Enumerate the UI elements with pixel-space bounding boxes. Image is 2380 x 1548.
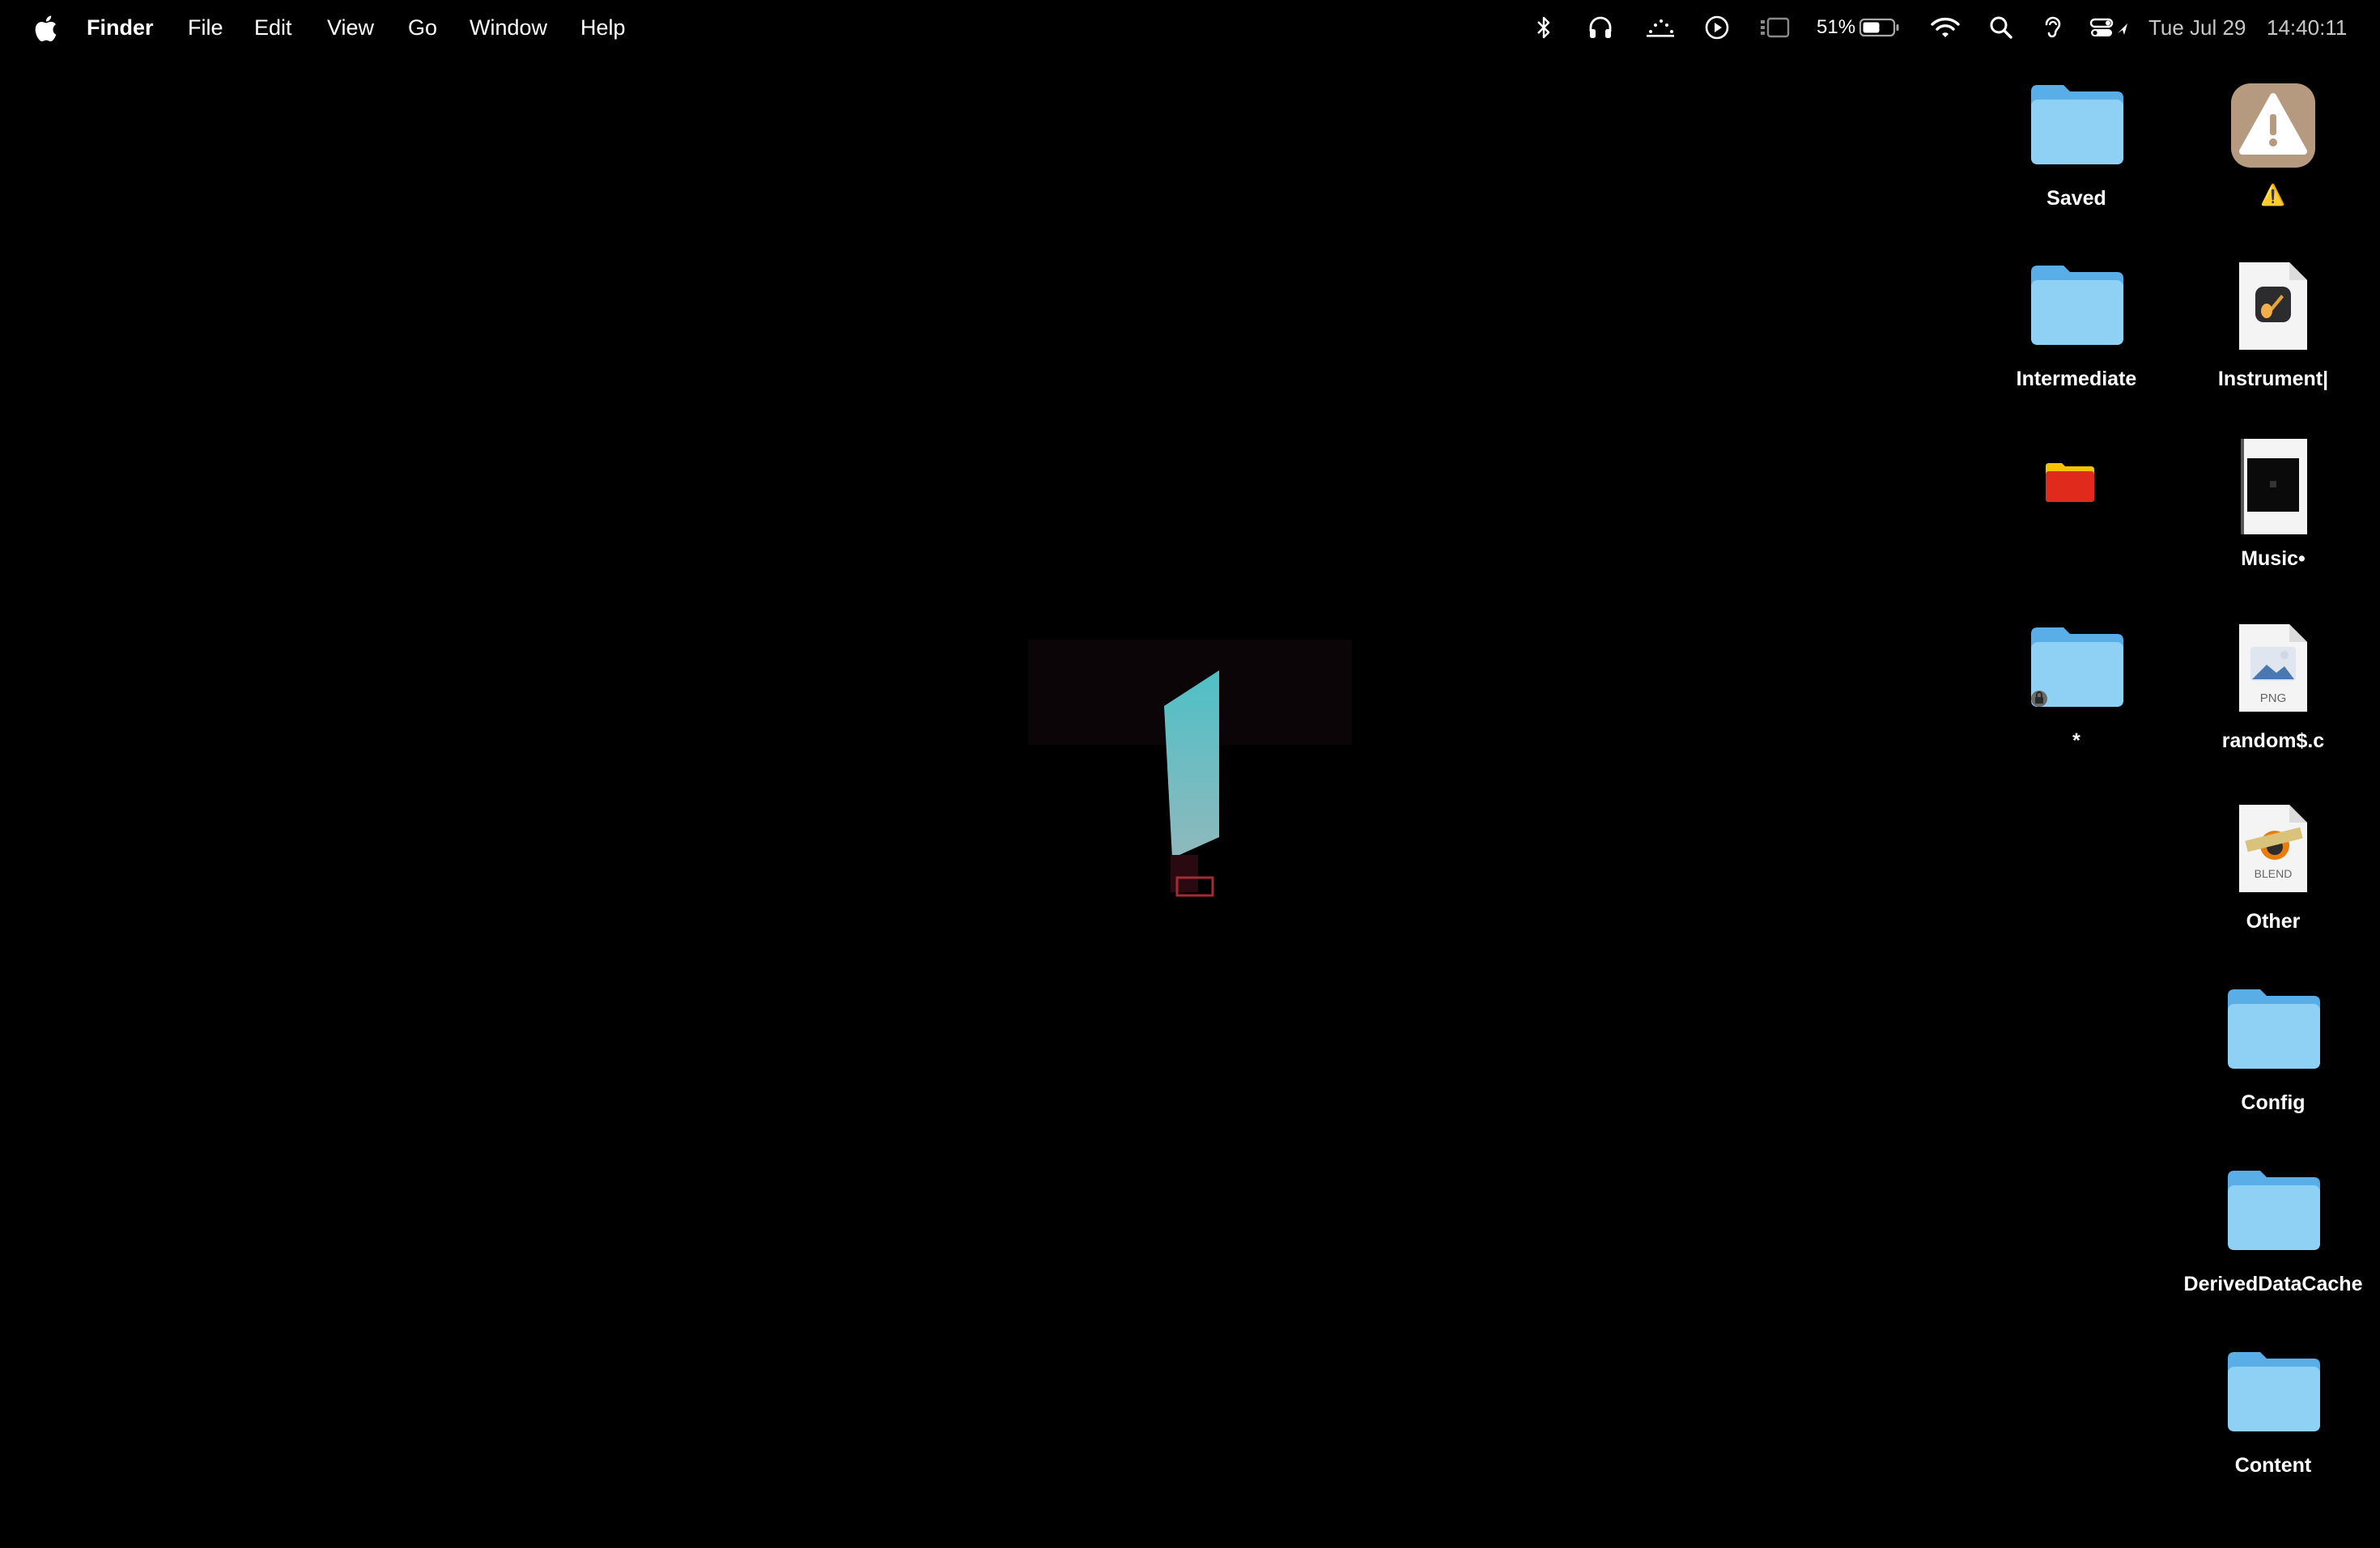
- menu-view[interactable]: View: [327, 0, 374, 55]
- red-folder-icon: [2046, 463, 2094, 502]
- wifi-icon[interactable]: [1930, 14, 1961, 41]
- screen-mirror-icon[interactable]: [1645, 14, 1676, 41]
- folder-icon: [2031, 266, 2123, 345]
- apple-logo-icon[interactable]: [31, 14, 58, 43]
- desktop-file-music[interactable]: Music•: [2176, 437, 2370, 575]
- desktop-folder-star[interactable]: *: [1979, 619, 2174, 757]
- garageband-document-icon: [2239, 262, 2307, 350]
- folder-icon: [2228, 1171, 2320, 1250]
- hearing-icon[interactable]: [2040, 14, 2064, 41]
- menubar-date[interactable]: Tue Jul 29: [2148, 0, 2246, 55]
- bluetooth-icon[interactable]: [1533, 14, 1554, 41]
- dark-document-icon: [2241, 439, 2307, 534]
- desktop-icon-label: Music•: [2241, 547, 2306, 570]
- locked-folder-icon: [2031, 627, 2123, 707]
- play-icon[interactable]: [1703, 14, 1731, 41]
- warning-icon: [2231, 83, 2315, 168]
- folder-icon: [2228, 1352, 2320, 1431]
- menubar-time[interactable]: 14:40:11: [2267, 0, 2347, 55]
- desktop-icon-label: Instrument|: [2217, 368, 2329, 390]
- desktop-icon-label: *: [2072, 729, 2080, 752]
- desktop-file-instrument[interactable]: Instrument|: [2176, 257, 2370, 395]
- png-badge: PNG: [2260, 691, 2287, 705]
- battery-icon[interactable]: [1859, 14, 1901, 41]
- desktop-file-random-c[interactable]: PNG random$.c: [2176, 619, 2370, 757]
- center-widget-image: [1028, 640, 1352, 915]
- desktop-folder-red[interactable]: [1979, 437, 2174, 575]
- desktop-icon-label: DerivedDataCache: [2183, 1273, 2363, 1295]
- desktop-icon-label: Other: [2246, 910, 2301, 933]
- battery-percent: 51%: [1817, 16, 1856, 38]
- menu-go[interactable]: Go: [408, 0, 437, 55]
- desktop-icon-label: Saved: [2046, 187, 2106, 210]
- menu-app-finder[interactable]: Finder: [87, 0, 154, 55]
- png-document-icon: PNG: [2239, 624, 2307, 712]
- desktop-folder-saved[interactable]: Saved: [1979, 77, 2174, 215]
- stage-manager-icon[interactable]: [1758, 14, 1791, 41]
- menu-edit[interactable]: Edit: [254, 0, 292, 55]
- desktop-folder-intermediate[interactable]: Intermediate: [1979, 257, 2174, 395]
- desktop-icon-label: ⚠️: [2260, 184, 2286, 206]
- folder-icon: [2228, 989, 2320, 1069]
- desktop-app-warning[interactable]: ⚠️: [2176, 77, 2370, 215]
- desktop-folder-config[interactable]: Config: [2176, 981, 2370, 1119]
- blend-document-icon: BLEND: [2239, 805, 2307, 892]
- dark-widget-icon: [1028, 640, 1352, 897]
- desktop-icon-label: Content: [2234, 1454, 2312, 1477]
- desktop-folder-deriveddatacache[interactable]: DerivedDataCache: [2176, 1163, 2370, 1300]
- menu-bar: Finder File Edit View Go Window Help 51%: [0, 0, 2380, 55]
- desktop-icon-label: Intermediate: [2016, 368, 2137, 390]
- desktop-icon-label: Config: [2241, 1091, 2306, 1114]
- folder-icon: [2031, 85, 2123, 164]
- spotlight-search-icon[interactable]: [1988, 14, 2014, 41]
- control-center-icon[interactable]: [2089, 14, 2132, 41]
- desktop-folder-content[interactable]: Content: [2176, 1344, 2370, 1482]
- menu-help[interactable]: Help: [580, 0, 626, 55]
- menu-file[interactable]: File: [188, 0, 223, 55]
- desktop-file-other[interactable]: BLEND Other: [2176, 800, 2370, 938]
- blend-badge: BLEND: [2255, 867, 2293, 880]
- desktop-icon-label: random$.c: [2221, 729, 2325, 752]
- menu-window[interactable]: Window: [470, 0, 547, 55]
- headphones-icon[interactable]: [1587, 14, 1614, 41]
